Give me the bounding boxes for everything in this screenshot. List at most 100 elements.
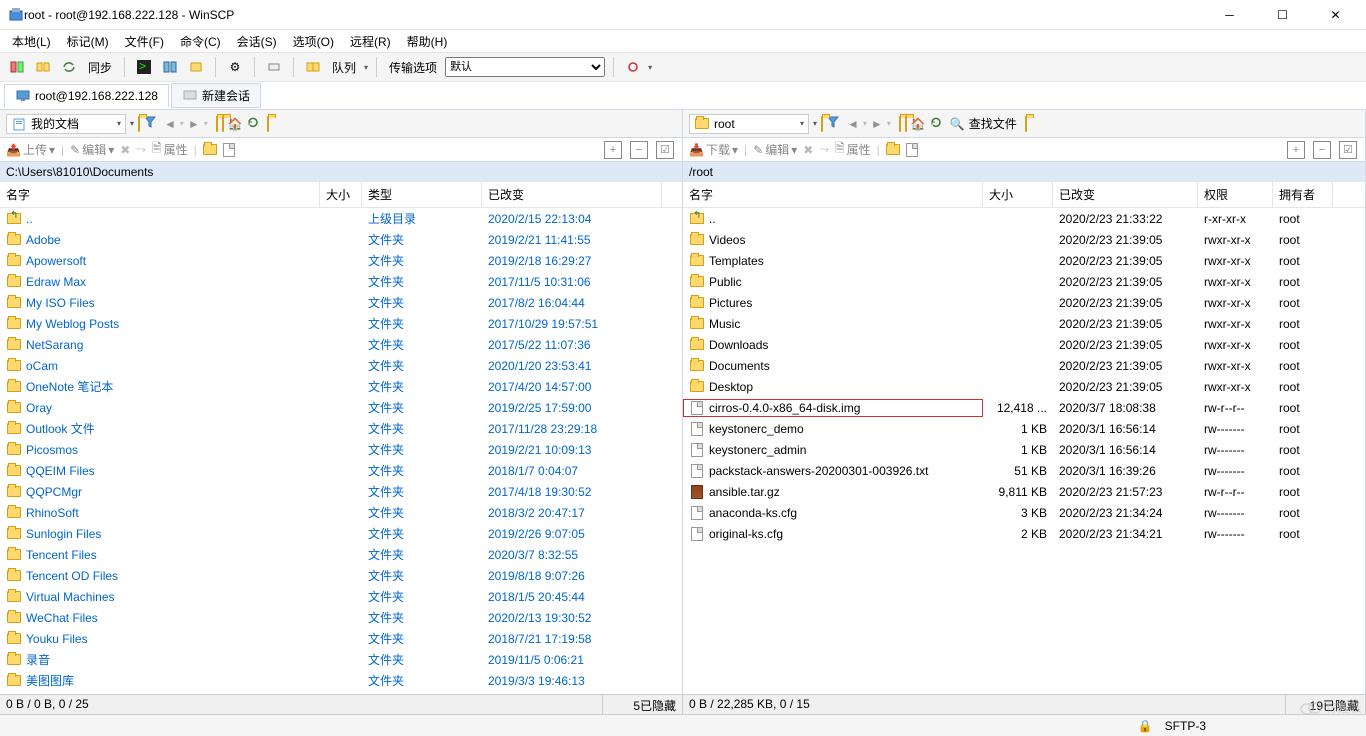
parent-dir-icon[interactable] (216, 117, 218, 131)
new-session-tab[interactable]: 新建会话 (171, 83, 261, 108)
table-row[interactable]: Sunlogin Files文件夹2019/2/26 9:07:05 (0, 523, 682, 544)
local-file-list[interactable]: 名字 大小 类型 已改变 ..上级目录2020/2/15 22:13:04Ado… (0, 182, 682, 694)
toggle-button[interactable]: ☑ (1339, 141, 1357, 159)
table-row[interactable]: ..2020/2/23 21:33:22r-xr-xr-xroot (683, 208, 1365, 229)
props-button[interactable]: 🗎 属性 (835, 139, 871, 160)
table-row[interactable]: Music2020/2/23 21:39:05rwxr-xr-xroot (683, 313, 1365, 334)
queue-icon[interactable] (302, 56, 324, 78)
col-type[interactable]: 类型 (362, 182, 482, 207)
transfer-opts-select[interactable]: 默认 (445, 57, 605, 77)
refresh-icon[interactable] (247, 116, 259, 131)
table-row[interactable]: OneNote 笔记本文件夹2017/4/20 14:57:00 (0, 376, 682, 397)
upload-button[interactable]: 📤 上传 ▾ (6, 141, 55, 158)
new-file-icon[interactable] (906, 143, 918, 157)
col-size[interactable]: 大小 (320, 182, 362, 207)
refresh-icon[interactable] (930, 116, 942, 131)
table-row[interactable]: 美图图库文件夹2019/3/3 19:46:13 (0, 670, 682, 691)
table-row[interactable]: Picosmos文件夹2019/2/21 10:09:13 (0, 439, 682, 460)
sync-browse-icon[interactable] (32, 56, 54, 78)
compare-icon[interactable] (6, 56, 28, 78)
table-row[interactable]: Virtual Machines文件夹2018/1/5 20:45:44 (0, 586, 682, 607)
maximize-button[interactable]: ☐ (1260, 5, 1305, 25)
minimize-button[interactable]: ─ (1207, 5, 1252, 25)
col-changed[interactable]: 已改变 (1053, 182, 1198, 207)
download-button[interactable]: 📥 下载 ▾ (689, 141, 738, 158)
col-size[interactable]: 大小 (983, 182, 1053, 207)
table-row[interactable]: Public2020/2/23 21:39:05rwxr-xr-xroot (683, 271, 1365, 292)
minus-button[interactable]: − (1313, 141, 1331, 159)
table-row[interactable]: WeChat Files文件夹2020/2/13 19:30:52 (0, 607, 682, 628)
col-perm[interactable]: 权限 (1198, 182, 1273, 207)
settings-icon[interactable]: ⚙ (224, 56, 246, 78)
menu-item-4[interactable]: 会话(S) (231, 31, 283, 52)
table-row[interactable]: Downloads2020/2/23 21:39:05rwxr-xr-xroot (683, 334, 1365, 355)
table-row[interactable]: packstack-answers-20200301-003926.txt51 … (683, 460, 1365, 481)
table-row[interactable]: ..上级目录2020/2/15 22:13:04 (0, 208, 682, 229)
col-name[interactable]: 名字 (0, 182, 320, 207)
props-button[interactable]: 🗎 属性 (152, 139, 188, 160)
bookmark-icon[interactable] (1025, 117, 1027, 131)
menu-item-2[interactable]: 文件(F) (119, 31, 170, 52)
table-row[interactable]: 录音文件夹2019/11/5 0:06:21 (0, 649, 682, 670)
toggle-icon[interactable] (263, 56, 285, 78)
table-row[interactable]: ansible.tar.gz9,811 KB2020/2/23 21:57:23… (683, 481, 1365, 502)
table-row[interactable]: Documents2020/2/23 21:39:05rwxr-xr-xroot (683, 355, 1365, 376)
table-row[interactable]: RhinoSoft文件夹2018/3/2 20:47:17 (0, 502, 682, 523)
menu-item-1[interactable]: 标记(M) (61, 31, 115, 52)
explorer-icon[interactable] (185, 56, 207, 78)
menu-item-7[interactable]: 帮助(H) (401, 31, 454, 52)
root-dir-icon[interactable] (905, 117, 907, 131)
table-row[interactable]: My Weblog Posts文件夹2017/10/29 19:57:51 (0, 313, 682, 334)
plus-button[interactable]: + (1287, 141, 1305, 159)
terminal-icon[interactable]: > (133, 56, 155, 78)
menu-item-0[interactable]: 本地(L) (6, 31, 57, 52)
session-tab-active[interactable]: root@192.168.222.128 (4, 84, 169, 108)
table-row[interactable]: Videos2020/2/23 21:39:05rwxr-xr-xroot (683, 229, 1365, 250)
plus-button[interactable]: + (604, 141, 622, 159)
col-owner[interactable]: 拥有者 (1273, 182, 1333, 207)
table-row[interactable]: Desktop2020/2/23 21:39:05rwxr-xr-xroot (683, 376, 1365, 397)
sync-icon[interactable] (58, 56, 80, 78)
edit-button[interactable]: ✎ 编辑 ▾ (753, 141, 797, 158)
table-row[interactable]: Oray文件夹2019/2/25 17:59:00 (0, 397, 682, 418)
table-row[interactable]: cirros-0.4.0-x86_64-disk.img12,418 ...20… (683, 397, 1365, 418)
table-row[interactable]: Adobe文件夹2019/2/21 11:41:55 (0, 229, 682, 250)
table-row[interactable]: QQPCMgr文件夹2017/4/18 19:30:52 (0, 481, 682, 502)
new-folder-icon[interactable] (886, 144, 900, 155)
filter-icon[interactable] (827, 116, 839, 131)
home-icon[interactable]: 🏠 (911, 117, 926, 131)
menu-item-5[interactable]: 选项(O) (287, 31, 340, 52)
minus-button[interactable]: − (630, 141, 648, 159)
bookmark-icon[interactable] (267, 117, 269, 131)
col-changed[interactable]: 已改变 (482, 182, 662, 207)
table-row[interactable]: keystonerc_admin1 KB2020/3/1 16:56:14rw-… (683, 439, 1365, 460)
local-dir-combo[interactable]: 我的文档 ▾ (6, 114, 126, 134)
table-row[interactable]: Edraw Max文件夹2017/11/5 10:31:06 (0, 271, 682, 292)
col-name[interactable]: 名字 (683, 182, 983, 207)
edit-button[interactable]: ✎ 编辑 ▾ (70, 141, 114, 158)
table-row[interactable]: anaconda-ks.cfg3 KB2020/2/23 21:34:24rw-… (683, 502, 1365, 523)
table-row[interactable]: original-ks.cfg2 KB2020/2/23 21:34:21rw-… (683, 523, 1365, 544)
remote-dir-combo[interactable]: root ▾ (689, 114, 809, 134)
table-row[interactable]: Outlook 文件文件夹2017/11/28 23:29:18 (0, 418, 682, 439)
open-folder-icon[interactable] (821, 117, 823, 131)
table-row[interactable]: Pictures2020/2/23 21:39:05rwxr-xr-xroot (683, 292, 1365, 313)
home-icon[interactable]: 🏠 (228, 117, 243, 131)
root-dir-icon[interactable] (222, 117, 224, 131)
close-button[interactable]: ✕ (1313, 5, 1358, 25)
commander-icon[interactable] (159, 56, 181, 78)
open-folder-icon[interactable] (138, 117, 140, 131)
remote-file-list[interactable]: 名字 大小 已改变 权限 拥有者 ..2020/2/23 21:33:22r-x… (683, 182, 1365, 694)
new-file-icon[interactable] (223, 143, 235, 157)
menu-item-6[interactable]: 远程(R) (344, 31, 397, 52)
table-row[interactable]: Templates2020/2/23 21:39:05rwxr-xr-xroot (683, 250, 1365, 271)
filter-icon[interactable] (144, 116, 156, 131)
reconnect-icon[interactable] (622, 56, 644, 78)
table-row[interactable]: Youku Files文件夹2018/7/21 17:19:58 (0, 628, 682, 649)
toggle-button[interactable]: ☑ (656, 141, 674, 159)
table-row[interactable]: oCam文件夹2020/1/20 23:53:41 (0, 355, 682, 376)
new-folder-icon[interactable] (203, 144, 217, 155)
parent-dir-icon[interactable] (899, 117, 901, 131)
table-row[interactable]: Tencent Files文件夹2020/3/7 8:32:55 (0, 544, 682, 565)
find-icon[interactable]: 🔍 (950, 117, 965, 131)
